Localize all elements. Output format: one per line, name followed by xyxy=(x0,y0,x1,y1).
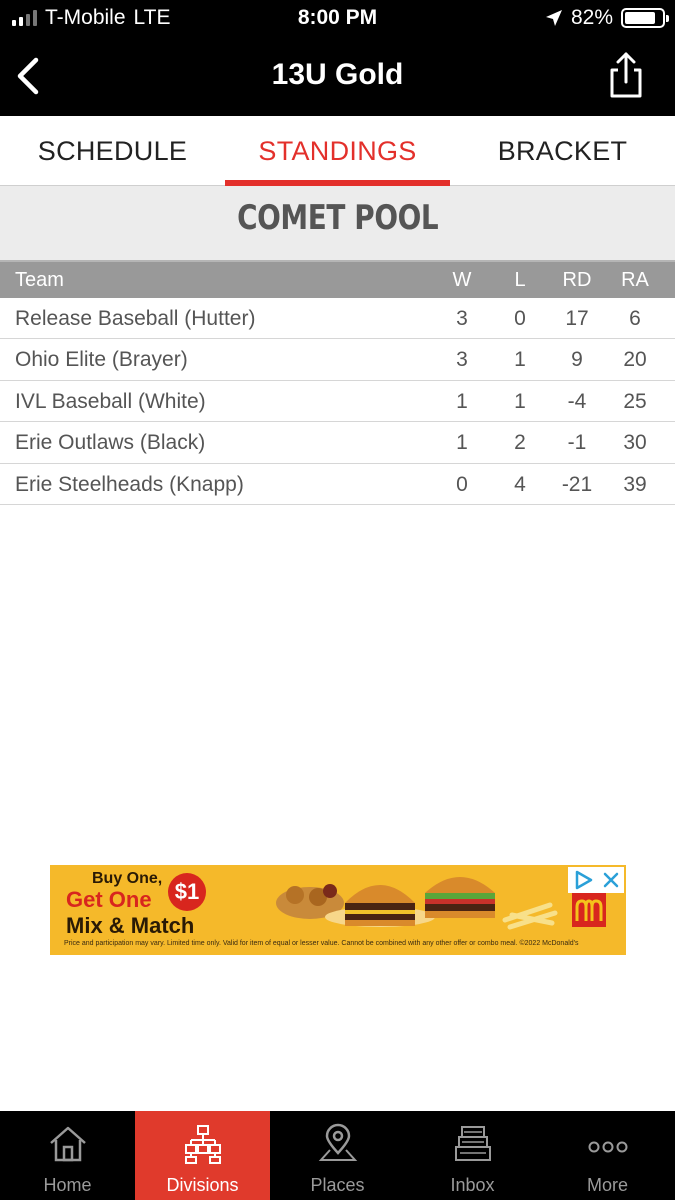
ad-fine-print: Price and participation may vary. Limite… xyxy=(64,940,579,947)
tab-bracket[interactable]: BRACKET xyxy=(450,116,675,186)
losses-value: 2 xyxy=(514,431,526,455)
team-name: Release Baseball (Hutter) xyxy=(15,307,256,330)
map-pin-icon xyxy=(318,1123,358,1161)
tabbar-divisions-label: Divisions xyxy=(166,1175,239,1195)
tabbar-inbox[interactable]: Inbox xyxy=(405,1111,540,1200)
navigation-bar: 13U Gold xyxy=(0,38,675,116)
wins-value: 1 xyxy=(456,389,468,413)
inbox-icon xyxy=(455,1126,491,1161)
wins-value: 0 xyxy=(456,472,468,496)
run-differential-value: -4 xyxy=(567,389,587,413)
ad-headline-line1: Buy One, xyxy=(92,870,163,887)
losses-value: 1 xyxy=(514,389,526,413)
close-icon[interactable] xyxy=(601,870,621,890)
segment-tabs: SCHEDULE STANDINGS BRACKET xyxy=(0,116,675,186)
header-wins: W xyxy=(452,269,472,291)
team-name: IVL Baseball (White) xyxy=(15,389,206,413)
battery-percent: 82% xyxy=(570,6,613,29)
location-arrow-icon xyxy=(545,10,562,26)
mcdonalds-logo-icon xyxy=(572,893,606,927)
run-differential-value: -21 xyxy=(561,472,593,496)
page-title: 13U Gold xyxy=(271,58,404,91)
ad-headline-line2: Get One xyxy=(66,887,152,912)
runs-allowed-value: 6 xyxy=(629,307,641,330)
table-header: Team W L RD RA xyxy=(0,260,675,298)
ad-food-image xyxy=(276,877,558,930)
wins-value: 1 xyxy=(456,431,468,455)
tab-schedule[interactable]: SCHEDULE xyxy=(0,116,225,186)
run-differential-value: 17 xyxy=(565,307,589,330)
home-icon xyxy=(50,1126,86,1162)
losses-value: 0 xyxy=(514,307,526,330)
pool-name: COMET POOL xyxy=(236,198,439,238)
team-name: Erie Outlaws (Black) xyxy=(15,431,206,455)
wins-value: 3 xyxy=(456,307,468,330)
ad-choices-button[interactable] xyxy=(568,867,624,893)
header-team: Team xyxy=(15,269,64,291)
battery-icon xyxy=(621,8,669,28)
tabbar-more[interactable]: More xyxy=(540,1111,675,1200)
tabbar-places[interactable]: Places xyxy=(270,1111,405,1200)
tabbar-places-label: Places xyxy=(310,1175,365,1195)
status-bar: T-Mobile LTE 8:00 PM 82% xyxy=(0,0,675,38)
tabbar-more-label: More xyxy=(586,1175,628,1195)
bottom-tab-bar: Home Divisions Places Inbox More xyxy=(0,1111,675,1200)
table-row[interactable]: Release Baseball (Hutter) 3 0 17 6 xyxy=(0,298,675,340)
header-run-differential: RD xyxy=(562,269,592,291)
losses-value: 1 xyxy=(514,348,526,372)
table-row[interactable]: IVL Baseball (White) 1 1 -4 25 xyxy=(0,381,675,423)
table-row[interactable]: Erie Steelheads (Knapp) 0 4 -21 39 xyxy=(0,464,675,505)
tabbar-divisions[interactable]: Divisions xyxy=(135,1111,270,1200)
table-row[interactable]: Erie Outlaws (Black) 1 2 -1 30 xyxy=(0,422,675,464)
ad-banner[interactable]: Buy One, Get One $1 Mix & Match Price an… xyxy=(50,865,626,955)
divisions-icon xyxy=(185,1125,221,1164)
ad-price-badge: $1 xyxy=(168,873,206,911)
tab-standings[interactable]: STANDINGS xyxy=(225,116,450,186)
losses-value: 4 xyxy=(514,472,526,496)
wins-value: 3 xyxy=(456,348,468,372)
header-losses: L xyxy=(514,269,526,291)
more-icon xyxy=(588,1141,628,1153)
run-differential-value: 9 xyxy=(571,348,583,372)
pool-header: COMET POOL xyxy=(0,186,675,260)
ad-info-icon xyxy=(575,870,592,890)
header-runs-allowed: RA xyxy=(621,269,649,291)
run-differential-value: -1 xyxy=(567,431,587,455)
runs-allowed-value: 20 xyxy=(623,348,647,372)
share-button[interactable] xyxy=(605,50,647,100)
runs-allowed-value: 25 xyxy=(623,389,647,413)
team-name: Erie Steelheads (Knapp) xyxy=(15,472,244,496)
share-icon xyxy=(610,52,642,98)
tabbar-home-label: Home xyxy=(43,1175,92,1195)
team-name: Ohio Elite (Brayer) xyxy=(15,348,188,372)
table-row[interactable]: Ohio Elite (Brayer) 3 1 9 20 xyxy=(0,339,675,381)
ad-headline-line3: Mix & Match xyxy=(66,913,195,938)
runs-allowed-value: 30 xyxy=(623,431,647,455)
status-right: 82% xyxy=(545,6,669,30)
standings-table: Team W L RD RA Release Baseball (Hutter)… xyxy=(0,260,675,505)
tabbar-inbox-label: Inbox xyxy=(450,1175,495,1195)
tabbar-home[interactable]: Home xyxy=(0,1111,135,1200)
runs-allowed-value: 39 xyxy=(623,472,647,496)
